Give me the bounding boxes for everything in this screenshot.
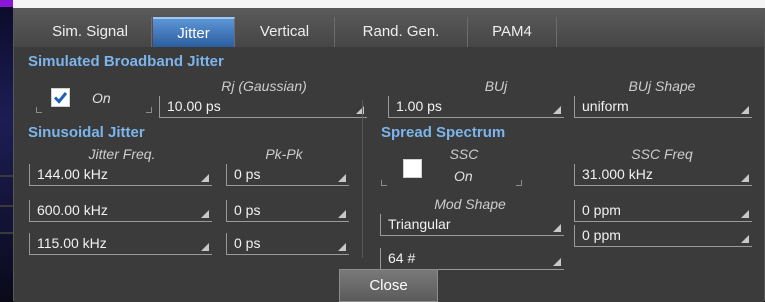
jitter-panel: Simulated Broadband Jitter On Rj (Gaussi… <box>14 47 764 302</box>
corner-arrow-icon <box>553 106 561 114</box>
count-field[interactable]: 64 # <box>380 248 564 270</box>
ssc-state-label: On <box>454 168 473 184</box>
background-top <box>13 0 765 8</box>
tab-pam4[interactable]: PAM4 <box>468 17 557 47</box>
spread-spectrum-title: Spread Spectrum <box>381 124 506 141</box>
background-line <box>0 232 13 234</box>
section-divider <box>362 100 363 258</box>
background-line <box>0 175 13 177</box>
checkbox-frame <box>146 107 152 113</box>
tab-rand-gen[interactable]: Rand. Gen. <box>335 17 468 47</box>
ssc-label: SSC <box>449 146 479 162</box>
checkmark-icon <box>53 92 68 104</box>
pk-pk-value: 0 ps <box>234 166 261 182</box>
tab-sim-signal[interactable]: Sim. Signal <box>29 17 152 47</box>
corner-arrow-icon <box>741 106 749 114</box>
corner-arrow-icon <box>553 224 561 232</box>
count-value: 64 # <box>388 250 416 266</box>
corner-arrow-icon <box>553 258 561 266</box>
rj-field[interactable]: 10.00 ps <box>159 96 367 118</box>
sinusoidal-jitter-title: Sinusoidal Jitter <box>28 124 145 141</box>
ppm-field-1[interactable]: 0 ppm <box>574 200 752 222</box>
mod-shape-label: Mod Shape <box>434 196 506 212</box>
mod-shape-value: Triangular <box>388 216 451 232</box>
background-line <box>0 205 13 207</box>
rj-value: 10.00 ps <box>167 98 221 114</box>
background-accent <box>0 0 13 7</box>
corner-arrow-icon <box>201 210 209 218</box>
corner-arrow-icon <box>741 235 749 243</box>
pk-pk-label: Pk-Pk <box>265 146 303 162</box>
jitter-freq-value: 115.00 kHz <box>37 235 107 251</box>
pk-pk-field-3[interactable]: 0 ps <box>226 233 349 255</box>
pk-pk-value: 0 ps <box>234 235 261 251</box>
broadband-enable-checkbox[interactable] <box>51 88 70 107</box>
mod-shape-field[interactable]: Triangular <box>380 214 564 236</box>
ssc-freq-value: 31.000 kHz <box>582 166 653 182</box>
jitter-freq-label: Jitter Freq. <box>88 146 156 162</box>
tab-bar: Sim. Signal Jitter Vertical Rand. Gen. P… <box>14 9 764 47</box>
corner-arrow-icon <box>201 243 209 251</box>
ppm-value: 0 ppm <box>582 202 621 218</box>
background-window <box>0 0 13 301</box>
corner-arrow-icon <box>338 243 346 251</box>
jitter-freq-field-1[interactable]: 144.00 kHz <box>29 164 212 186</box>
pk-pk-field-2[interactable]: 0 ps <box>226 200 349 222</box>
corner-arrow-icon <box>338 210 346 218</box>
jitter-freq-field-2[interactable]: 600.00 kHz <box>29 200 212 222</box>
tab-vertical[interactable]: Vertical <box>235 17 335 47</box>
buj-field[interactable]: 1.00 ps <box>388 96 564 118</box>
corner-arrow-icon <box>338 174 346 182</box>
tab-jitter[interactable]: Jitter <box>153 17 235 47</box>
buj-shape-label: BUj Shape <box>628 78 696 94</box>
jitter-dialog: Sim. Signal Jitter Vertical Rand. Gen. P… <box>13 8 765 302</box>
broadband-enable-label: On <box>92 90 111 106</box>
ssc-freq-field[interactable]: 31.000 kHz <box>574 164 752 186</box>
close-button[interactable]: Close <box>339 269 438 302</box>
jitter-freq-field-3[interactable]: 115.00 kHz <box>29 233 212 255</box>
ssc-freq-label: SSC Freq <box>631 146 693 162</box>
corner-arrow-icon <box>201 174 209 182</box>
buj-shape-field[interactable]: uniform <box>574 96 752 118</box>
ppm-field-2[interactable]: 0 ppm <box>574 225 752 247</box>
corner-arrow-icon <box>741 174 749 182</box>
checkbox-frame <box>381 180 387 186</box>
buj-shape-value: uniform <box>582 98 629 114</box>
ppm-value: 0 ppm <box>582 227 621 243</box>
rj-label: Rj (Gaussian) <box>221 78 307 94</box>
checkbox-frame <box>516 180 522 186</box>
buj-label: BUj <box>484 78 508 94</box>
broadband-jitter-title: Simulated Broadband Jitter <box>28 53 224 70</box>
checkbox-frame <box>36 107 42 113</box>
jitter-freq-value: 600.00 kHz <box>37 202 108 218</box>
corner-arrow-icon <box>741 210 749 218</box>
jitter-freq-value: 144.00 kHz <box>37 166 108 182</box>
ssc-enable-checkbox[interactable] <box>403 159 422 178</box>
pk-pk-value: 0 ps <box>234 202 261 218</box>
buj-value: 1.00 ps <box>396 98 442 114</box>
pk-pk-field-1[interactable]: 0 ps <box>226 164 349 186</box>
